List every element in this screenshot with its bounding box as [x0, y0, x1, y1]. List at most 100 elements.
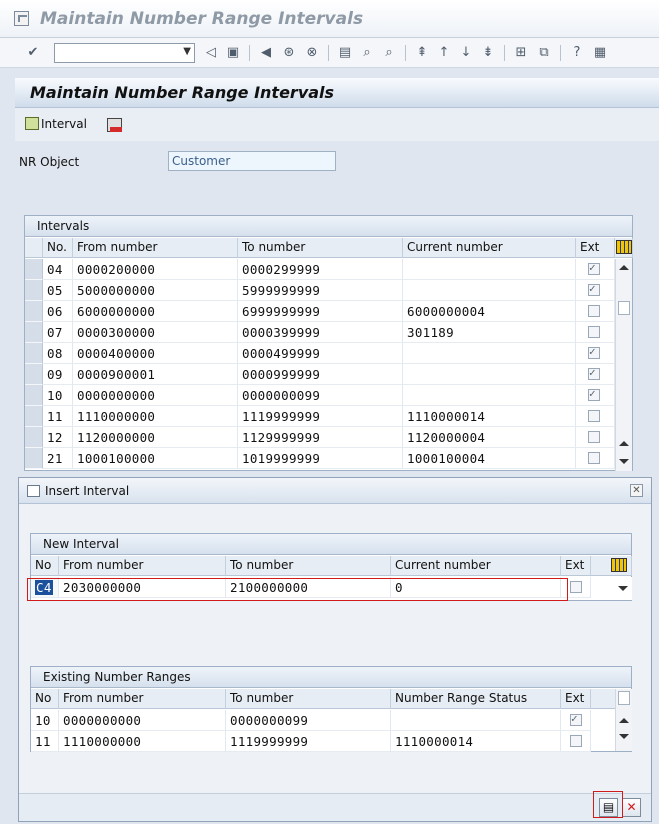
nr-object-field[interactable]: Customer — [168, 151, 336, 171]
new-interval-highlight — [27, 578, 568, 601]
column-header-from[interactable]: From number — [59, 689, 226, 709]
column-header-no[interactable]: No. — [43, 238, 73, 258]
row-selector[interactable] — [25, 427, 43, 448]
row-selector[interactable] — [25, 343, 43, 364]
cell-to: 0000399999 — [238, 322, 403, 343]
intervals-scrollbar[interactable] — [615, 259, 632, 471]
column-header-to[interactable]: To number — [226, 689, 391, 709]
ext-checkbox[interactable] — [588, 366, 600, 380]
toolbar-divider — [328, 45, 329, 61]
window-menu-icon[interactable] — [14, 11, 29, 26]
new-interval-scroll[interactable] — [615, 577, 632, 600]
scroll-thumb[interactable] — [618, 691, 630, 705]
column-header-ext[interactable]: Ext — [576, 238, 615, 258]
column-header-no[interactable]: No — [31, 689, 59, 709]
collapse-icon[interactable]: ◁ — [202, 44, 220, 62]
cell-no: 12 — [43, 427, 73, 448]
ext-checkbox[interactable] — [588, 261, 600, 275]
insert-interval-button[interactable]: Interval — [25, 117, 87, 135]
ext-checkbox[interactable] — [588, 431, 600, 443]
new-interval-ext-checkbox[interactable] — [570, 581, 582, 593]
ext-checkbox[interactable] — [570, 712, 582, 726]
exit-icon[interactable]: ⊛ — [280, 44, 298, 62]
help-icon[interactable]: ? — [568, 44, 586, 62]
cell-to: 0000000099 — [226, 710, 391, 731]
ext-checkbox[interactable] — [588, 452, 600, 464]
ext-checkbox[interactable] — [570, 735, 582, 747]
cancel-icon[interactable]: ⊗ — [303, 44, 321, 62]
insert-row-icon — [25, 117, 39, 130]
chevron-down-icon[interactable]: ▼ — [183, 46, 191, 57]
row-selector[interactable] — [25, 406, 43, 427]
first-page-icon[interactable]: ⇞ — [413, 44, 431, 62]
column-header-from[interactable]: From number — [59, 556, 226, 576]
table-settings-button[interactable] — [615, 238, 633, 258]
row-selector[interactable] — [25, 364, 43, 385]
next-page-icon[interactable]: ↓ — [457, 44, 475, 62]
ext-checkbox[interactable] — [588, 345, 600, 359]
previous-page-icon[interactable]: ↑ — [435, 44, 453, 62]
cancel-button[interactable]: ✕ — [622, 798, 641, 817]
cell-current — [403, 385, 576, 406]
enter-icon[interactable]: ✔ — [24, 44, 42, 62]
continue-highlight — [593, 791, 623, 818]
cell-no: 10 — [43, 385, 73, 406]
existing-ranges-title: Existing Number Ranges — [31, 667, 631, 688]
window-title: Maintain Number Range Intervals — [40, 9, 364, 29]
dialog-title: Insert Interval — [45, 484, 130, 498]
cell-status: 1110000014 — [391, 731, 561, 752]
ext-checkbox[interactable] — [588, 387, 600, 401]
layout-menu-icon[interactable]: ▦ — [591, 44, 609, 62]
row-selector[interactable] — [25, 385, 43, 406]
existing-ranges-table: Existing Number Ranges No From number To… — [30, 666, 632, 752]
column-header-status[interactable]: Number Range Status — [391, 689, 561, 709]
scroll-down-icon[interactable] — [619, 459, 629, 464]
print-icon[interactable]: ▤ — [336, 44, 354, 62]
ext-checkbox[interactable] — [588, 410, 600, 422]
save-icon[interactable]: ▣ — [224, 44, 242, 62]
cell-no: 10 — [31, 710, 59, 731]
row-selector[interactable] — [25, 301, 43, 322]
row-selector-header[interactable] — [25, 238, 43, 258]
cell-no: 09 — [43, 364, 73, 385]
cell-current — [403, 280, 576, 301]
column-header-no[interactable]: No — [31, 556, 59, 576]
scroll-down-icon[interactable] — [618, 586, 628, 591]
row-selector[interactable] — [25, 448, 43, 469]
find-icon[interactable]: ⌕ — [358, 44, 376, 62]
column-header-ext[interactable]: Ext — [561, 689, 591, 709]
column-header-current[interactable]: Current number — [391, 556, 561, 576]
find-next-icon[interactable]: ⌕ — [380, 44, 398, 62]
dialog-menu-icon[interactable] — [27, 485, 40, 497]
new-session-icon[interactable]: ⊞ — [512, 44, 530, 62]
row-selector[interactable] — [25, 259, 43, 280]
row-selector[interactable] — [25, 322, 43, 343]
scroll-page-up-icon[interactable] — [619, 441, 629, 446]
scroll-thumb[interactable] — [618, 301, 630, 315]
shortcut-icon[interactable]: ⧉ — [535, 44, 553, 62]
back-icon[interactable]: ◀ — [257, 44, 275, 62]
column-header-current[interactable]: Current number — [403, 238, 576, 258]
cell-current: 6000000004 — [403, 301, 576, 322]
scroll-up-icon[interactable] — [619, 718, 629, 723]
table-settings-button[interactable] — [591, 556, 632, 576]
column-header-to[interactable]: To number — [226, 556, 391, 576]
cell-ext — [576, 259, 615, 280]
column-header-ext[interactable]: Ext — [561, 556, 591, 576]
row-selector[interactable] — [25, 280, 43, 301]
command-field[interactable]: ▼ — [54, 43, 195, 63]
dialog-close-icon[interactable]: ✕ — [630, 484, 643, 497]
last-page-icon[interactable]: ⇟ — [479, 44, 497, 62]
ext-checkbox[interactable] — [588, 305, 600, 317]
ext-checkbox[interactable] — [588, 282, 600, 296]
cell-from: 0000900001 — [73, 364, 238, 385]
column-header-from[interactable]: From number — [73, 238, 238, 258]
column-header-to[interactable]: To number — [238, 238, 403, 258]
existing-ranges-scrollbar[interactable] — [615, 689, 632, 751]
scroll-down-icon[interactable] — [619, 734, 629, 739]
ext-checkbox[interactable] — [588, 326, 600, 338]
delete-interval-button[interactable] — [107, 118, 122, 132]
cancel-x-icon: ✕ — [626, 800, 637, 814]
intervals-table: Intervals No. From number To number Curr… — [24, 215, 633, 471]
scroll-up-icon[interactable] — [619, 265, 629, 270]
